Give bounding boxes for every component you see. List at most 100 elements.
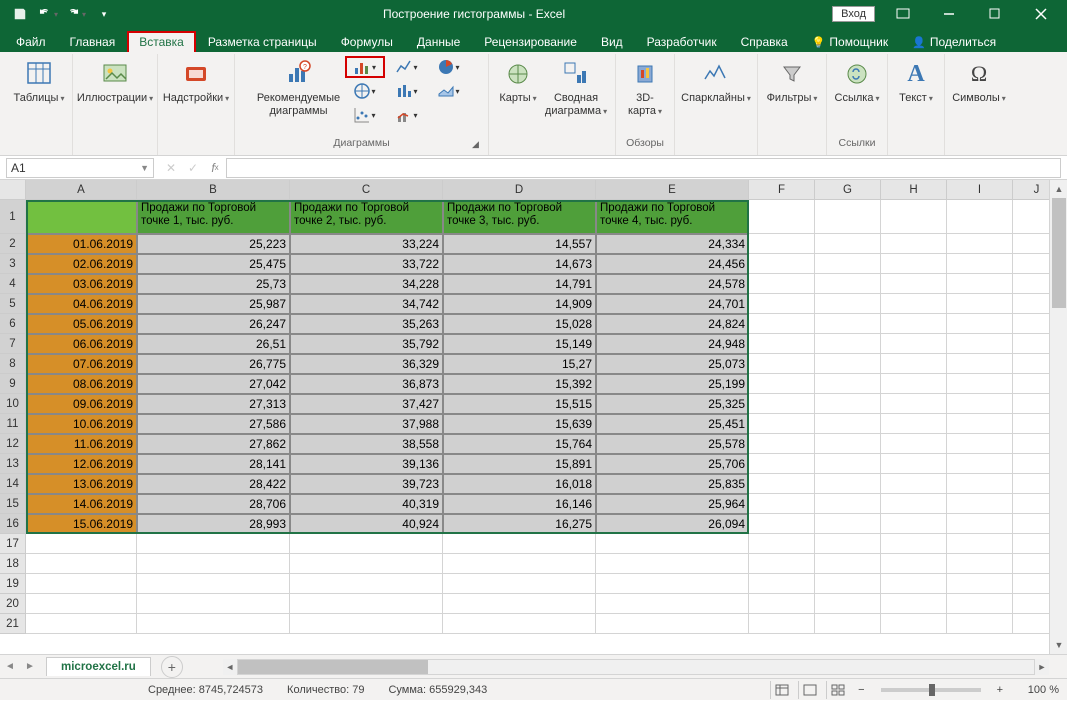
close-button[interactable] — [1023, 2, 1059, 26]
cell[interactable] — [443, 574, 596, 594]
row-header-15[interactable]: 15 — [0, 494, 26, 514]
row-header-10[interactable]: 10 — [0, 394, 26, 414]
cell[interactable] — [596, 574, 749, 594]
cell[interactable] — [881, 614, 947, 634]
text-button[interactable]: AТекст — [894, 56, 938, 107]
new-sheet-button[interactable]: + — [161, 656, 183, 678]
maximize-button[interactable] — [977, 2, 1013, 26]
cell[interactable] — [947, 294, 1013, 314]
tab-справка[interactable]: Справка — [729, 31, 800, 52]
cell[interactable] — [881, 354, 947, 374]
view-page-break-icon[interactable] — [826, 681, 848, 699]
cell[interactable] — [290, 594, 443, 614]
cell[interactable] — [815, 334, 881, 354]
filters-button[interactable]: Фильтры — [764, 56, 820, 107]
cell[interactable]: 16,018 — [443, 474, 596, 494]
cell[interactable] — [947, 454, 1013, 474]
select-all-corner[interactable] — [0, 180, 26, 200]
illustrations-button[interactable]: Иллюстрации — [79, 56, 151, 107]
cell[interactable] — [815, 274, 881, 294]
cell[interactable] — [881, 414, 947, 434]
cell[interactable] — [290, 554, 443, 574]
cell[interactable] — [947, 514, 1013, 534]
col-header-G[interactable]: G — [815, 180, 881, 200]
cell[interactable]: 25,325 — [596, 394, 749, 414]
pivot-chart-button[interactable]: Сводная диаграмма — [543, 56, 609, 120]
cell[interactable]: 28,706 — [137, 494, 290, 514]
cell[interactable]: 37,427 — [290, 394, 443, 414]
cell[interactable] — [815, 614, 881, 634]
cell[interactable] — [881, 200, 947, 234]
cell[interactable]: 33,224 — [290, 234, 443, 254]
cell[interactable]: 26,775 — [137, 354, 290, 374]
cell[interactable] — [881, 594, 947, 614]
cell[interactable] — [137, 594, 290, 614]
row-header-11[interactable]: 11 — [0, 414, 26, 434]
cell[interactable]: 25,964 — [596, 494, 749, 514]
row-header-17[interactable]: 17 — [0, 534, 26, 554]
cell[interactable]: 24,824 — [596, 314, 749, 334]
row-header-2[interactable]: 2 — [0, 234, 26, 254]
cell[interactable]: 15,392 — [443, 374, 596, 394]
cell[interactable]: 06.06.2019 — [26, 334, 137, 354]
cell[interactable] — [443, 614, 596, 634]
cell[interactable]: 25,451 — [596, 414, 749, 434]
cell[interactable] — [749, 234, 815, 254]
cell[interactable]: 25,578 — [596, 434, 749, 454]
cell[interactable] — [749, 294, 815, 314]
cell[interactable] — [815, 574, 881, 594]
col-header-C[interactable]: C — [290, 180, 443, 200]
cell[interactable] — [815, 494, 881, 514]
cell[interactable]: 14,791 — [443, 274, 596, 294]
cell[interactable]: Продажи по Торговой точке 2, тыс. руб. — [290, 200, 443, 234]
cell[interactable] — [137, 554, 290, 574]
tab-разметка страницы[interactable]: Разметка страницы — [196, 31, 329, 52]
cell[interactable] — [815, 394, 881, 414]
row-header-8[interactable]: 8 — [0, 354, 26, 374]
cell[interactable]: 26,51 — [137, 334, 290, 354]
cell[interactable]: 25,199 — [596, 374, 749, 394]
cell[interactable]: 14,673 — [443, 254, 596, 274]
cell[interactable]: 39,136 — [290, 454, 443, 474]
scroll-down-icon[interactable]: ▼ — [1050, 636, 1067, 654]
col-header-I[interactable]: I — [947, 180, 1013, 200]
cell[interactable]: 27,862 — [137, 434, 290, 454]
sheet-tab[interactable]: microexcel.ru — [46, 657, 151, 676]
cell[interactable] — [881, 454, 947, 474]
cell[interactable]: 16,146 — [443, 494, 596, 514]
vertical-scrollbar[interactable]: ▲ ▼ — [1049, 180, 1067, 654]
cell[interactable] — [947, 574, 1013, 594]
pie-chart-button[interactable]: ▾ — [429, 56, 469, 78]
tab-файл[interactable]: Файл — [4, 31, 58, 52]
minimize-button[interactable] — [931, 2, 967, 26]
zoom-in-button[interactable]: + — [993, 684, 1007, 696]
cell[interactable] — [749, 334, 815, 354]
cell[interactable] — [947, 594, 1013, 614]
cell[interactable] — [749, 614, 815, 634]
cell[interactable]: 11.06.2019 — [26, 434, 137, 454]
row-header-20[interactable]: 20 — [0, 594, 26, 614]
cell[interactable] — [947, 254, 1013, 274]
cell[interactable] — [881, 514, 947, 534]
cell[interactable]: 24,948 — [596, 334, 749, 354]
statistic-chart-button[interactable]: ▾ — [387, 80, 427, 102]
cell[interactable] — [749, 454, 815, 474]
cell[interactable]: 14,557 — [443, 234, 596, 254]
line-chart-button[interactable]: ▾ — [387, 56, 427, 78]
symbols-button[interactable]: ΩСимволы — [951, 56, 1007, 107]
cell[interactable] — [881, 574, 947, 594]
cell[interactable]: 39,723 — [290, 474, 443, 494]
cell[interactable] — [947, 354, 1013, 374]
cell[interactable]: 09.06.2019 — [26, 394, 137, 414]
row-header-19[interactable]: 19 — [0, 574, 26, 594]
cell[interactable]: 24,456 — [596, 254, 749, 274]
cell[interactable] — [26, 534, 137, 554]
cell[interactable]: 40,319 — [290, 494, 443, 514]
cell[interactable] — [443, 594, 596, 614]
scatter-chart-button[interactable]: ▾ — [345, 104, 385, 126]
col-header-F[interactable]: F — [749, 180, 815, 200]
cell[interactable] — [815, 594, 881, 614]
cell[interactable]: 08.06.2019 — [26, 374, 137, 394]
cell[interactable] — [881, 494, 947, 514]
row-header-13[interactable]: 13 — [0, 454, 26, 474]
